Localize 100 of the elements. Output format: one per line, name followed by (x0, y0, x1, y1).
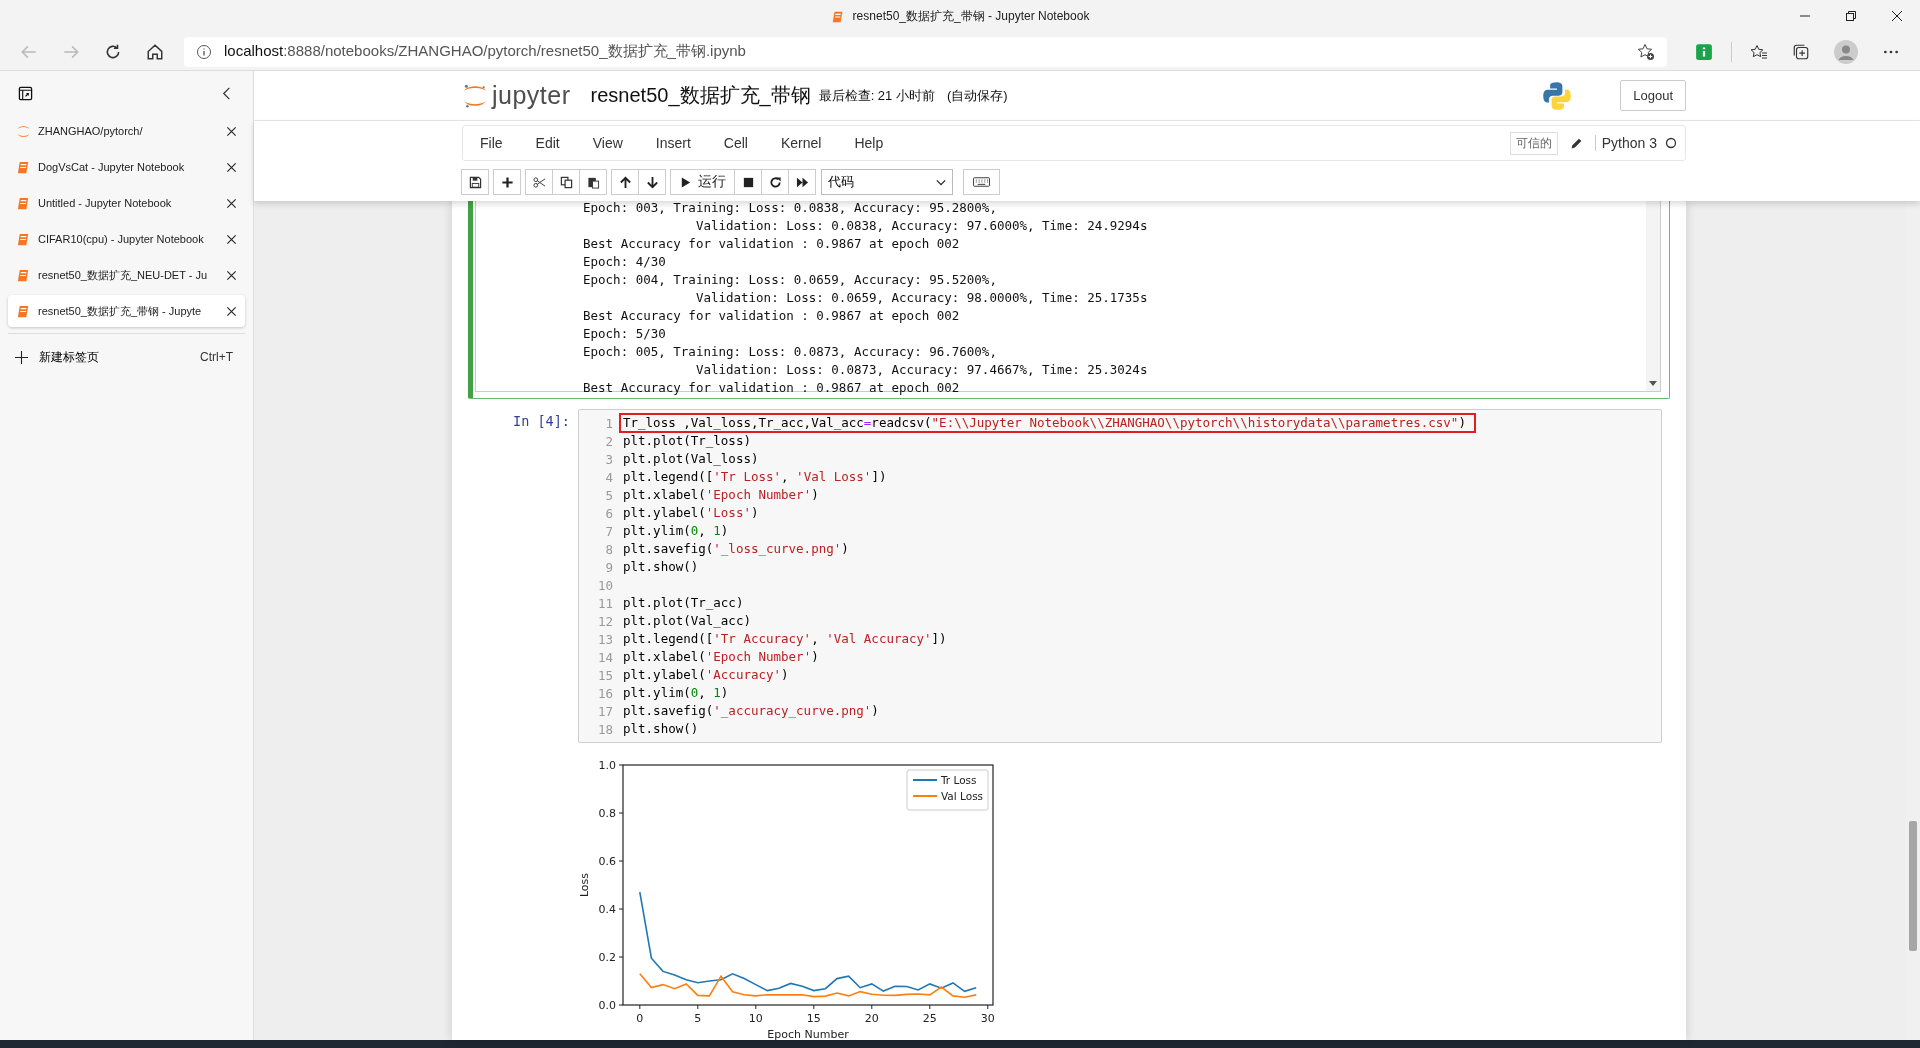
new-tab-button[interactable]: 新建标签页 Ctrl+T (8, 342, 245, 372)
paste-button[interactable] (579, 169, 607, 195)
menu-item[interactable]: Kernel (769, 135, 833, 151)
legend-label: Val Loss (941, 790, 984, 802)
code-line: plt.ylim(0, 1) (622, 522, 730, 540)
save-icon (468, 175, 482, 189)
code-line: plt.legend(['Tr Loss', 'Val Loss']) (622, 468, 888, 486)
y-tick-label: 0.6 (598, 855, 616, 868)
x-tick-label: 5 (694, 1012, 702, 1025)
output-cell[interactable] (468, 201, 1670, 399)
scroll-down-icon[interactable] (1649, 381, 1657, 387)
line-number: 9 (604, 559, 614, 575)
code-line: plt.savefig('_accuracy_curve.png') (622, 702, 880, 720)
browser-tab[interactable]: ZHANGHAO/pytorch/ (8, 115, 245, 147)
tick-mark (987, 1004, 989, 1010)
code-editor[interactable] (578, 409, 1662, 743)
line-number: 14 (596, 649, 614, 665)
add-favorite-icon[interactable] (1637, 42, 1655, 61)
code-line: plt.show() (622, 558, 700, 576)
x-tick-label: 25 (922, 1012, 937, 1025)
close-icon[interactable] (226, 233, 237, 245)
line-number: 10 (596, 577, 614, 593)
code-line: plt.plot(Val_loss) (622, 450, 760, 468)
code-line: plt.show() (622, 720, 700, 738)
restart-button[interactable] (761, 169, 789, 195)
close-icon[interactable] (226, 197, 237, 209)
jupyter-logo[interactable]: jupyter (462, 81, 571, 110)
restart-icon (768, 175, 782, 189)
move-down-button[interactable] (638, 169, 666, 195)
tick-mark (813, 1004, 815, 1010)
line-number: 13 (596, 631, 614, 647)
insert-cell-button[interactable] (493, 169, 521, 195)
line-number: 15 (596, 667, 614, 683)
address-bar[interactable]: localhost:8888/notebooks/ZHANGHAO/pytorch/resnet50_数据扩充_带钢.ipynb (184, 36, 1667, 67)
code-line: plt.plot(Val_acc) (622, 612, 752, 630)
browser-tab[interactable]: CIFAR10(cpu) - Jupyter Notebook (8, 223, 245, 255)
scrollbar-thumb[interactable] (1909, 821, 1917, 951)
browser-tab[interactable]: resnet50_数据扩充_带钢 - Jupyte (8, 295, 245, 327)
arrow-down-icon (645, 175, 659, 189)
menu-item[interactable]: View (581, 135, 634, 151)
window-title: resnet50_数据扩充_带钢 - Jupyter Notebook (852, 8, 1090, 25)
code-line: plt.savefig('_loss_curve.png') (622, 540, 850, 558)
menu-item[interactable]: Insert (644, 135, 702, 151)
output-line: Validation: Loss: 0.0873, Accuracy: 97.4667%, Time: 25.3024s (694, 361, 1149, 379)
notebook-icon (16, 195, 31, 211)
code-line: plt.xlabel('Epoch Number') (622, 648, 820, 666)
fast-forward-button[interactable] (788, 169, 816, 195)
line-number: 1 (604, 415, 614, 431)
notebook-icon (16, 303, 31, 319)
menu-item[interactable]: File (469, 135, 514, 151)
line-number: 5 (604, 487, 614, 503)
save-button[interactable] (461, 169, 489, 195)
pencil-icon[interactable] (1569, 136, 1583, 150)
stop-icon (741, 175, 755, 189)
close-icon[interactable] (226, 125, 237, 137)
cut-button[interactable] (525, 169, 553, 195)
notebook-name[interactable]: resnet50_数据扩充_带钢 (590, 82, 811, 109)
output-line: Epoch: 4/30 (583, 253, 667, 271)
tick-mark (871, 1004, 873, 1010)
close-icon[interactable] (226, 305, 237, 317)
tick-mark (639, 1004, 641, 1010)
tab-actions-icon[interactable] (18, 85, 33, 101)
output-line: Epoch: 004, Training: Loss: 0.0659, Accuracy: 95.5200%, (583, 271, 998, 289)
close-icon[interactable] (226, 269, 237, 281)
line-number: 11 (596, 595, 614, 611)
browser-tab[interactable]: DogVsCat - Jupyter Notebook (8, 151, 245, 183)
notebook-icon (16, 231, 31, 247)
close-icon[interactable] (226, 161, 237, 173)
move-up-button[interactable] (611, 169, 639, 195)
kernel-name: Python 3 (1594, 135, 1657, 151)
menu-item[interactable]: Help (843, 135, 895, 151)
menu-item[interactable]: Cell (712, 135, 759, 151)
code-line: plt.legend(['Tr Accuracy', 'Val Accuracy']) (622, 630, 948, 648)
x-tick-label: 20 (864, 1012, 879, 1025)
trusted-indicator[interactable]: 可信的 (1509, 131, 1558, 155)
copy-button[interactable] (552, 169, 580, 195)
tick-mark (755, 1004, 757, 1010)
stop-button[interactable] (734, 169, 762, 195)
plus-icon (500, 175, 514, 189)
run-button[interactable]: 运行 (670, 169, 735, 195)
tick-mark (697, 1004, 699, 1010)
browser-tab[interactable]: resnet50_数据扩充_NEU-DET - Ju (8, 259, 245, 291)
output-line: Epoch: 003, Training: Loss: 0.0838, Accuracy: 95.2800%, (583, 201, 998, 217)
tick-mark (618, 764, 624, 766)
logout-button[interactable]: Logout (1620, 80, 1686, 111)
code-line: plt.plot(Tr_loss) (622, 432, 752, 450)
clipboard-icon (586, 175, 600, 189)
keyboard-icon (973, 176, 990, 188)
python-logo-icon (1542, 80, 1573, 111)
line-number: 3 (604, 451, 614, 467)
keyboard-button[interactable] (963, 169, 1000, 195)
play-icon (679, 175, 692, 189)
code-line: plt.ylabel('Accuracy') (622, 666, 790, 684)
output-line: Validation: Loss: 0.0838, Accuracy: 97.6000%, Time: 24.9294s (694, 217, 1149, 235)
browser-tab[interactable]: Untitled - Jupyter Notebook (8, 187, 245, 219)
cell-type-dropdown[interactable]: 代码 (821, 169, 953, 195)
jupyter-icon (16, 123, 31, 139)
x-tick-label: 15 (806, 1012, 821, 1025)
menu-item[interactable]: Edit (524, 135, 571, 151)
output-line: Best Accuracy for validation : 0.9867 at epoch 002 (583, 379, 961, 397)
